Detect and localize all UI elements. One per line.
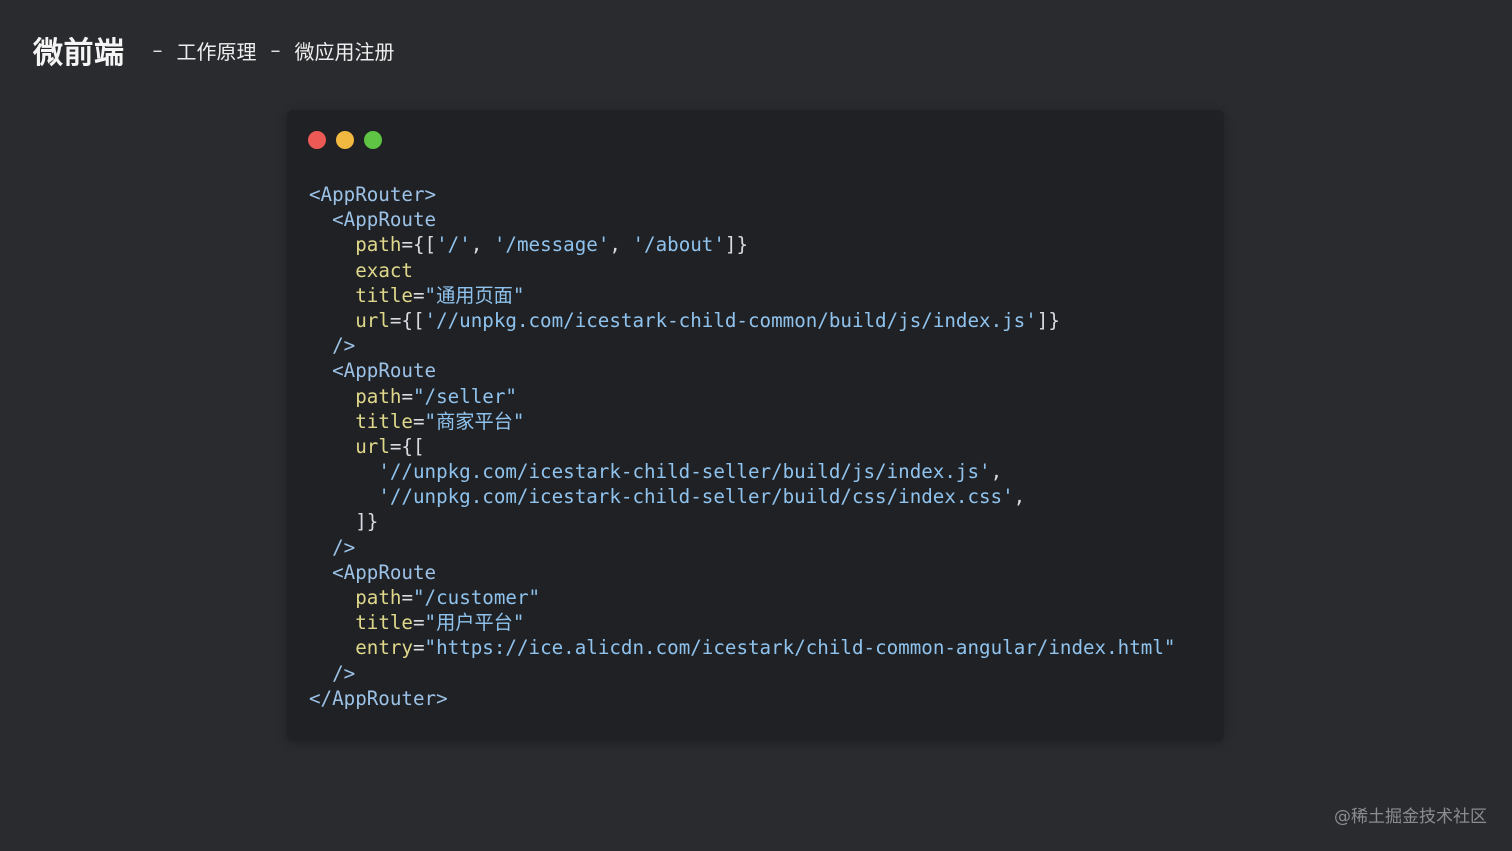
code-attr: path — [355, 233, 402, 257]
breadcrumb-separator: – — [152, 38, 163, 62]
code-attr: path — [355, 586, 402, 609]
code-punc: ]} — [355, 510, 379, 534]
breadcrumb-item-registration: 微应用注册 — [294, 39, 395, 64]
breadcrumb-separator: – — [270, 38, 281, 62]
code-punc: ={[ — [389, 434, 425, 458]
code-line: /> — [309, 535, 1175, 560]
code-tag: /> — [332, 661, 356, 685]
code-line: <AppRouter> — [309, 182, 1175, 207]
code-attr: path — [355, 384, 402, 408]
code-line: /> — [309, 333, 1175, 358]
code-attr: exact — [355, 258, 413, 282]
code-string: '/message' — [493, 233, 610, 257]
code-attr: title — [355, 409, 413, 433]
code-punc: = — [412, 409, 425, 433]
breadcrumb-item-principle: 工作原理 — [176, 39, 257, 64]
page-title: 微前端 — [33, 36, 125, 71]
code-line: ]} — [309, 509, 1175, 534]
code-punc: = — [401, 586, 413, 609]
code-line: url={[ — [309, 434, 1175, 459]
code-tag: /> — [332, 535, 356, 559]
code-punc: ]} — [1036, 308, 1060, 332]
code-tag: </AppRouter> — [309, 686, 448, 710]
code-line: exact — [309, 258, 1175, 283]
code-punc: ]} — [724, 233, 749, 257]
code-string: '//unpkg.com/icestark-child-seller/build… — [378, 460, 991, 484]
code-punc: ={[ — [389, 308, 425, 332]
code-punc: = — [401, 384, 413, 408]
code-line: '//unpkg.com/icestark-child-seller/build… — [309, 484, 1175, 509]
page-header: 微前端 – 工作原理 – 微应用注册 — [33, 28, 395, 72]
code-attr: entry — [355, 636, 413, 660]
code-string: "通用页面" — [424, 283, 525, 307]
code-punc: , — [990, 460, 1003, 484]
code-tag: /> — [332, 334, 356, 358]
code-attr: title — [355, 611, 413, 635]
code-line: <AppRoute — [309, 560, 1175, 585]
code-line: title="商家平台" — [309, 409, 1175, 434]
code-string: "/customer" — [413, 586, 541, 609]
code-line: url={['//unpkg.com/icestark-child-common… — [309, 308, 1175, 333]
code-line: path="/customer" — [309, 585, 1175, 610]
code-tag: <AppRoute — [332, 208, 437, 232]
code-string: "商家平台" — [424, 409, 525, 433]
code-attr: title — [355, 283, 413, 307]
code-line: path={['/', '/message', '/about']} — [309, 232, 1175, 257]
maximize-dot-icon — [364, 131, 382, 149]
code-punc: = — [412, 636, 425, 660]
code-string: '//unpkg.com/icestark-child-seller/build… — [378, 485, 1014, 509]
code-line: '//unpkg.com/icestark-child-seller/build… — [309, 459, 1175, 484]
code-attr: url — [355, 308, 390, 332]
code-punc: = — [412, 283, 425, 307]
code-line: entry="https://ice.alicdn.com/icestark/c… — [309, 635, 1175, 660]
code-punc: , — [470, 233, 494, 257]
code-string: '/' — [436, 233, 471, 257]
code-line: </AppRouter> — [309, 686, 1175, 711]
code-punc: ={[ — [401, 233, 437, 257]
code-line: /> — [309, 661, 1175, 686]
code-tag: <AppRoute — [332, 359, 437, 383]
watermark: @稀土掘金技术社区 — [1334, 807, 1487, 827]
code-line: title="通用页面" — [309, 283, 1175, 308]
code-line: <AppRoute — [309, 207, 1175, 232]
code-punc: , — [1013, 485, 1026, 509]
code-line: path="/seller" — [309, 384, 1175, 409]
code-string: "用户平台" — [424, 611, 525, 635]
code-line: <AppRoute — [309, 358, 1175, 383]
code-punc: = — [412, 611, 425, 635]
code-window: <AppRouter> <AppRoute path={['/', '/mess… — [287, 110, 1224, 741]
code-punc: , — [609, 233, 633, 257]
code-tag: <AppRouter> — [309, 183, 437, 206]
code-string: "/seller" — [413, 384, 517, 408]
code-attr: url — [355, 434, 390, 458]
code-tag: <AppRoute — [332, 560, 437, 584]
code-line: title="用户平台" — [309, 610, 1175, 635]
window-controls — [308, 131, 382, 149]
close-dot-icon — [308, 131, 326, 149]
code-string: "https://ice.alicdn.com/icestark/child-c… — [424, 636, 1176, 660]
code-string: '/about' — [632, 233, 725, 257]
code-string: '//unpkg.com/icestark-child-common/build… — [424, 308, 1037, 332]
minimize-dot-icon — [336, 131, 354, 149]
code-block: <AppRouter> <AppRoute path={['/', '/mess… — [309, 182, 1175, 711]
